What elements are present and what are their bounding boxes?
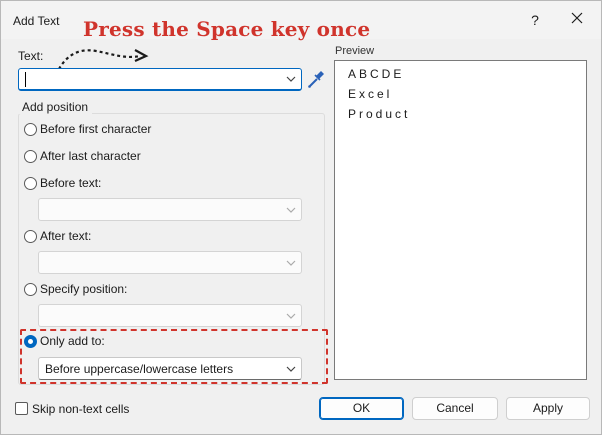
radio-before-text[interactable]: [24, 177, 37, 190]
chevron-down-icon[interactable]: [286, 365, 296, 373]
text-input[interactable]: [18, 68, 302, 91]
specify-position-dropdown[interactable]: [38, 304, 302, 327]
radio-only-add-to[interactable]: [24, 335, 37, 348]
help-button[interactable]: ?: [528, 12, 542, 28]
ok-button[interactable]: OK: [319, 397, 404, 420]
window-title: Add Text: [13, 14, 60, 28]
before-text-label[interactable]: Before text:: [40, 176, 101, 190]
chevron-down-icon[interactable]: [286, 259, 296, 267]
add-text-dialog: Add Text Press the Space key once ? Text…: [0, 0, 602, 435]
after-text-dropdown[interactable]: [38, 251, 302, 274]
after-text-label[interactable]: After text:: [40, 229, 91, 243]
preview-line: Excel: [348, 87, 393, 101]
apply-button[interactable]: Apply: [506, 397, 590, 420]
text-label: Text:: [18, 49, 44, 63]
before-first-character-label[interactable]: Before first character: [40, 122, 151, 136]
close-icon[interactable]: [569, 10, 585, 26]
specify-position-label[interactable]: Specify position:: [40, 282, 127, 296]
radio-after-last-character[interactable]: [24, 150, 37, 163]
preview-box[interactable]: ABCDE Excel Product: [334, 60, 587, 380]
add-position-title: Add position: [18, 100, 93, 114]
preview-line: ABCDE: [348, 67, 405, 81]
radio-after-text[interactable]: [24, 230, 37, 243]
chevron-down-icon[interactable]: [286, 312, 296, 320]
eyedropper-icon[interactable]: [306, 68, 326, 90]
chevron-down-icon[interactable]: [286, 206, 296, 214]
text-caret: [25, 72, 26, 87]
skip-non-text-label[interactable]: Skip non-text cells: [32, 402, 129, 416]
annotation-text: Press the Space key once: [83, 17, 371, 41]
title-bar: Add Text Press the Space key once ?: [1, 1, 601, 81]
radio-specify-position[interactable]: [24, 283, 37, 296]
preview-line: Product: [348, 107, 411, 121]
preview-title: Preview: [335, 45, 378, 57]
radio-before-first-character[interactable]: [24, 123, 37, 136]
after-last-character-label[interactable]: After last character: [40, 149, 141, 163]
only-add-to-label[interactable]: Only add to:: [40, 334, 105, 348]
cancel-button[interactable]: Cancel: [412, 397, 498, 420]
only-add-to-dropdown-value: Before uppercase/lowercase letters: [45, 362, 234, 376]
chevron-down-icon[interactable]: [286, 75, 296, 83]
skip-non-text-checkbox[interactable]: [15, 402, 28, 415]
only-add-to-dropdown[interactable]: Before uppercase/lowercase letters: [38, 357, 302, 380]
before-text-dropdown[interactable]: [38, 198, 302, 221]
